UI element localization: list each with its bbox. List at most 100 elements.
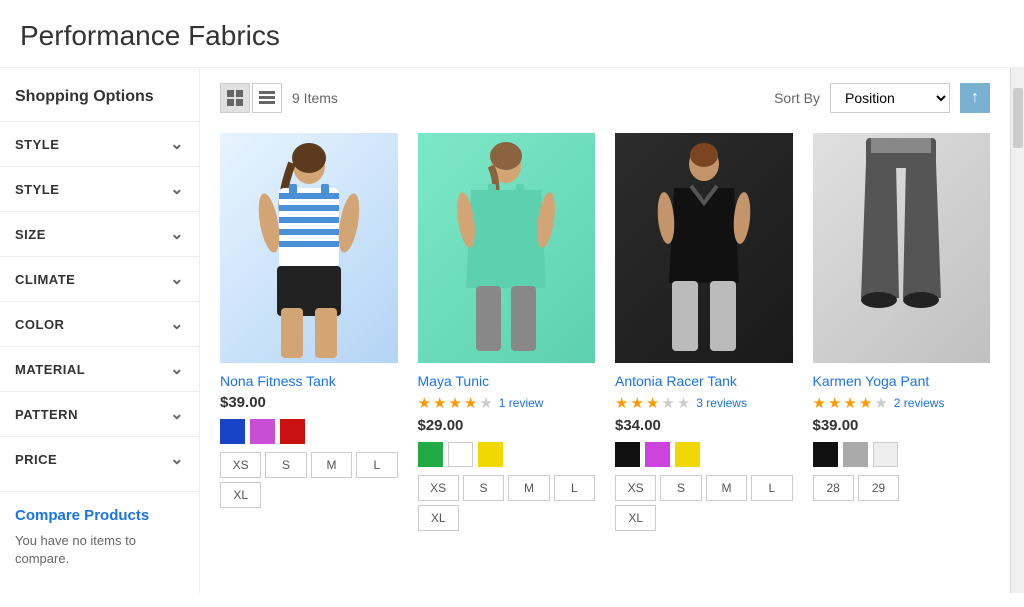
chevron-down-icon-3: ⌄ bbox=[170, 224, 184, 244]
size-m-antonia[interactable]: M bbox=[706, 475, 747, 501]
size-m-nona[interactable]: M bbox=[311, 452, 352, 478]
filter-material-label: MATERIAL bbox=[15, 362, 85, 377]
size-l-antonia[interactable]: L bbox=[751, 475, 792, 501]
size-s-maya[interactable]: S bbox=[463, 475, 504, 501]
star-5: ★ bbox=[677, 394, 690, 412]
color-swatches-antonia bbox=[615, 442, 793, 467]
size-buttons-karmen: 28 29 bbox=[813, 475, 991, 501]
product-image-nona[interactable] bbox=[220, 133, 398, 363]
color-swatch-magenta[interactable] bbox=[645, 442, 670, 467]
product-stars-antonia: ★ ★ ★ ★ ★ 3 reviews bbox=[615, 394, 793, 412]
review-count-antonia[interactable]: 3 reviews bbox=[696, 396, 747, 410]
star-1: ★ bbox=[813, 394, 826, 412]
color-swatch-yellow2[interactable] bbox=[675, 442, 700, 467]
color-swatch-white2[interactable] bbox=[873, 442, 898, 467]
star-5: ★ bbox=[874, 394, 887, 412]
chevron-down-icon-4: ⌄ bbox=[170, 269, 184, 289]
sort-select[interactable]: Position Name Price bbox=[830, 83, 950, 113]
product-name-karmen[interactable]: Karmen Yoga Pant bbox=[813, 373, 991, 389]
list-view-button[interactable] bbox=[252, 83, 282, 113]
size-xs-antonia[interactable]: XS bbox=[615, 475, 656, 501]
review-count-maya[interactable]: 1 review bbox=[499, 396, 544, 410]
toolbar: 9 Items Sort By Position Name Price ↑ bbox=[220, 83, 990, 113]
size-l-nona[interactable]: L bbox=[356, 452, 397, 478]
filter-climate-label: CLIMATE bbox=[15, 272, 75, 287]
color-swatch-green[interactable] bbox=[418, 442, 443, 467]
chevron-down-icon-5: ⌄ bbox=[170, 314, 184, 334]
chevron-down-icon: ⌄ bbox=[170, 134, 184, 154]
color-swatch-gray[interactable] bbox=[843, 442, 868, 467]
product-price-antonia: $34.00 bbox=[615, 417, 793, 434]
product-name-antonia[interactable]: Antonia Racer Tank bbox=[615, 373, 793, 389]
star-4: ★ bbox=[661, 394, 674, 412]
size-xl-maya[interactable]: XL bbox=[418, 505, 459, 531]
filter-material[interactable]: MATERIAL ⌄ bbox=[0, 346, 199, 391]
product-price-nona: $39.00 bbox=[220, 394, 398, 411]
nona-figure-icon bbox=[249, 138, 369, 358]
size-29-karmen[interactable]: 29 bbox=[858, 475, 899, 501]
scrollbar-thumb[interactable] bbox=[1013, 88, 1023, 148]
filter-pattern-label: PATTERN bbox=[15, 407, 78, 422]
color-swatch-black[interactable] bbox=[615, 442, 640, 467]
size-xl-antonia[interactable]: XL bbox=[615, 505, 656, 531]
size-xl-nona[interactable]: XL bbox=[220, 482, 261, 508]
star-1: ★ bbox=[418, 394, 431, 412]
compare-text: You have no items to compare. bbox=[15, 532, 184, 568]
product-stars-maya: ★ ★ ★ ★ ★ 1 review bbox=[418, 394, 596, 412]
size-l-maya[interactable]: L bbox=[554, 475, 595, 501]
star-5: ★ bbox=[479, 394, 492, 412]
size-buttons-maya: XS S M L XL bbox=[418, 475, 596, 531]
color-swatch-white[interactable] bbox=[448, 442, 473, 467]
product-image-maya[interactable] bbox=[418, 133, 596, 363]
product-price-karmen: $39.00 bbox=[813, 417, 991, 434]
product-name-nona[interactable]: Nona Fitness Tank bbox=[220, 373, 398, 389]
product-image-antonia[interactable] bbox=[615, 133, 793, 363]
grid-view-button[interactable] bbox=[220, 83, 250, 113]
star-3: ★ bbox=[448, 394, 461, 412]
scrollbar[interactable] bbox=[1010, 68, 1024, 593]
karmen-figure-icon bbox=[841, 138, 961, 358]
main-content: 9 Items Sort By Position Name Price ↑ bbox=[200, 68, 1010, 593]
color-swatch-yellow[interactable] bbox=[478, 442, 503, 467]
sort-direction-button[interactable]: ↑ bbox=[960, 83, 990, 113]
filter-climate[interactable]: CLIMATE ⌄ bbox=[0, 256, 199, 301]
chevron-down-icon-2: ⌄ bbox=[170, 179, 184, 199]
size-s-antonia[interactable]: S bbox=[660, 475, 701, 501]
chevron-down-icon-7: ⌄ bbox=[170, 404, 184, 424]
color-swatch-red[interactable] bbox=[280, 419, 305, 444]
color-swatch-purple[interactable] bbox=[250, 419, 275, 444]
product-name-maya[interactable]: Maya Tunic bbox=[418, 373, 596, 389]
size-buttons-nona: XS S M L XL bbox=[220, 452, 398, 508]
filter-style-2[interactable]: STYLE ⌄ bbox=[0, 166, 199, 211]
antonia-figure-icon bbox=[644, 138, 764, 358]
size-xs-maya[interactable]: XS bbox=[418, 475, 459, 501]
star-3: ★ bbox=[646, 394, 659, 412]
filter-style-1[interactable]: STYLE ⌄ bbox=[0, 121, 199, 166]
size-xs-nona[interactable]: XS bbox=[220, 452, 261, 478]
size-28-karmen[interactable]: 28 bbox=[813, 475, 854, 501]
product-image-karmen[interactable] bbox=[813, 133, 991, 363]
star-4: ★ bbox=[464, 394, 477, 412]
grid-icon bbox=[227, 90, 243, 106]
color-swatches-maya bbox=[418, 442, 596, 467]
color-swatch-blue[interactable] bbox=[220, 419, 245, 444]
filter-color[interactable]: COLOR ⌄ bbox=[0, 301, 199, 346]
filter-size[interactable]: SIZE ⌄ bbox=[0, 211, 199, 256]
star-1: ★ bbox=[615, 394, 628, 412]
page-title: Performance Fabrics bbox=[0, 0, 1024, 68]
sort-label: Sort By bbox=[774, 90, 820, 106]
color-swatch-black2[interactable] bbox=[813, 442, 838, 467]
sidebar: Shopping Options STYLE ⌄ STYLE ⌄ SIZE ⌄ … bbox=[0, 68, 200, 593]
list-icon bbox=[259, 90, 275, 106]
review-count-karmen[interactable]: 2 reviews bbox=[894, 396, 945, 410]
compare-title[interactable]: Compare Products bbox=[15, 507, 184, 524]
star-4: ★ bbox=[859, 394, 872, 412]
star-2: ★ bbox=[828, 394, 841, 412]
size-m-maya[interactable]: M bbox=[508, 475, 549, 501]
compare-section: Compare Products You have no items to co… bbox=[0, 491, 199, 583]
size-s-nona[interactable]: S bbox=[265, 452, 306, 478]
filter-price[interactable]: PRICE ⌄ bbox=[0, 436, 199, 481]
filter-pattern[interactable]: PATTERN ⌄ bbox=[0, 391, 199, 436]
product-card-karmen: Karmen Yoga Pant ★ ★ ★ ★ ★ 2 reviews $39… bbox=[813, 133, 991, 531]
filter-style-1-label: STYLE bbox=[15, 137, 59, 152]
